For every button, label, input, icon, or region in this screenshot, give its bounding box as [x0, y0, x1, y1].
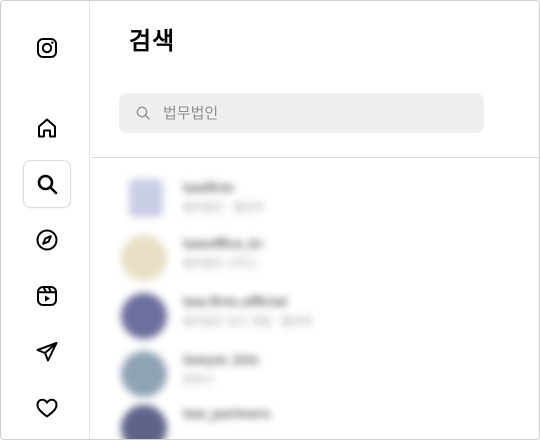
- home-icon: [38, 118, 56, 138]
- avatar: [121, 351, 167, 397]
- notifications-heart-icon: [36, 398, 58, 418]
- nav-messages[interactable]: [23, 328, 71, 376]
- explore-compass-icon: [36, 229, 58, 251]
- panel-title: 검색: [129, 27, 176, 55]
- result-username: law_partners: [183, 407, 271, 421]
- result-username: lawoffice_kr: [183, 237, 264, 251]
- avatar: [121, 293, 167, 339]
- result-username: lawfirm: [183, 181, 234, 195]
- result-subtitle: 변호사: [183, 373, 214, 386]
- reels-icon: [37, 286, 57, 306]
- search-icon: [37, 174, 58, 195]
- avatar: [121, 405, 167, 439]
- search-input[interactable]: [163, 93, 463, 133]
- result-subtitle: 법무법인 공식 계정 · 팔로워: [183, 315, 312, 328]
- search-result-item[interactable]: lawfirm 법무법인 · 팔로우: [121, 175, 501, 227]
- instagram-logo-button[interactable]: [23, 24, 71, 72]
- result-username: law.firm.official: [183, 295, 288, 309]
- instagram-logo-icon: [37, 38, 57, 58]
- avatar: [129, 179, 163, 217]
- result-subtitle: 법무법인 · 팔로우: [183, 201, 265, 214]
- search-result-item[interactable]: law.firm.official 법무법인 공식 계정 · 팔로워: [121, 289, 501, 341]
- nav-explore[interactable]: [23, 216, 71, 264]
- search-result-item[interactable]: lawyer_kim 변호사: [121, 347, 501, 399]
- search-panel: 검색 lawfirm 법무법인 · 팔로우 lawoffice_kr: [91, 1, 539, 439]
- direct-messages-icon: [36, 342, 58, 362]
- left-navigation-rail: [1, 1, 90, 439]
- nav-search[interactable]: [23, 160, 71, 208]
- result-subtitle: 법무법인 사무소: [183, 257, 258, 270]
- divider: [91, 157, 539, 158]
- nav-notifications[interactable]: [23, 384, 71, 432]
- avatar: [121, 235, 167, 281]
- search-box[interactable]: [119, 93, 484, 133]
- result-username: lawyer_kim: [183, 353, 259, 367]
- nav-home[interactable]: [23, 104, 71, 152]
- nav-reels[interactable]: [23, 272, 71, 320]
- search-result-item[interactable]: lawoffice_kr 법무법인 사무소: [121, 231, 501, 283]
- search-result-item[interactable]: law_partners: [121, 401, 501, 439]
- search-field-icon: [136, 106, 150, 120]
- app-window: 검색 lawfirm 법무법인 · 팔로우 lawoffice_kr: [0, 0, 540, 440]
